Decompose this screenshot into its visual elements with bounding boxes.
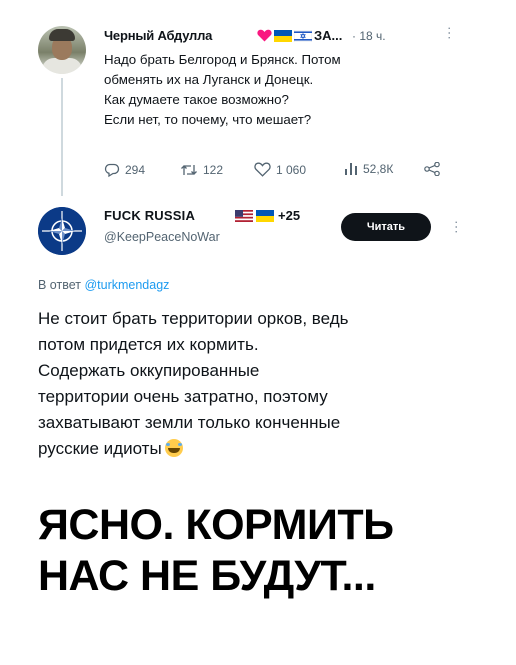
more-icon[interactable]: ⋯: [442, 26, 458, 40]
tweet-text-line: Если нет, то почему, что мешает?: [104, 112, 312, 127]
tweet-text-line: Не стоит брать территории орков, ведь: [38, 309, 349, 328]
laughing-emoji-icon: [164, 439, 183, 457]
avatar[interactable]: [38, 26, 86, 74]
reply-prefix: В ответ: [38, 278, 81, 292]
thread-line: [61, 78, 63, 196]
action-bar: 294 122 1 060 52,8К: [104, 162, 444, 180]
views-button[interactable]: 52,8К: [344, 162, 393, 176]
tweet-text: Надо брать Белгород и Брянск. Потом обме…: [104, 50, 434, 130]
timestamp[interactable]: · 18 ч.: [352, 29, 386, 43]
like-button[interactable]: 1 060: [254, 162, 306, 177]
avatar-body: [42, 58, 82, 74]
repost-count: 122: [203, 163, 224, 177]
reply-button[interactable]: 294: [104, 162, 145, 178]
flag-ukraine-icon: [274, 30, 292, 42]
reply-count: 294: [125, 163, 146, 177]
repost-button[interactable]: 122: [180, 162, 223, 178]
reply-context: В ответ @turkmendagz: [38, 278, 169, 292]
tweet-text-line: Надо брать Белгород и Брянск. Потом: [104, 52, 341, 67]
flag-israel-icon: [294, 30, 312, 42]
nato-logo-icon[interactable]: [38, 207, 86, 255]
flag-usa-icon: [235, 210, 253, 222]
caption-line: ЯСНО. КОРМИТЬ: [38, 501, 394, 549]
caption-line: НАС НЕ БУДУТ...: [38, 552, 376, 600]
tweet-text-line: потом придется их кормить.: [38, 335, 259, 354]
tweet-text-line: захватывают земли только конченные: [38, 413, 341, 432]
avatar-hat: [49, 29, 75, 41]
author-name-suffix: +25: [278, 208, 301, 223]
tweet-text: Не стоит брать территории орков, ведь по…: [38, 306, 478, 462]
heart-emoji-icon: [257, 29, 272, 42]
tweet-text-line: Содержать оккупированные: [38, 361, 260, 380]
share-icon: [424, 162, 440, 176]
repost-icon: [181, 165, 197, 175]
flag-ukraine-icon: [256, 210, 274, 222]
meme-caption: ЯСНО. КОРМИТЬ НАС НЕ БУДУТ...: [38, 500, 498, 602]
views-icon: [345, 163, 357, 175]
more-icon[interactable]: ⋯: [449, 220, 465, 234]
reply-mention-link[interactable]: @turkmendagz: [84, 278, 169, 292]
author-name-suffix: ЗА...: [314, 28, 343, 43]
reply-icon: [104, 163, 120, 178]
tweet-text-line: русские идиоты: [38, 439, 162, 458]
views-count: 52,8К: [363, 162, 394, 176]
author-name[interactable]: FUCK RUSSIA: [104, 208, 195, 223]
tweet-text-line: Как думаете такое возможно?: [104, 92, 289, 107]
tweet-text-line: обменять их на Луганск и Донецк.: [104, 72, 314, 87]
like-icon: [254, 162, 271, 177]
author-handle[interactable]: @KeepPeaceNoWar: [104, 230, 220, 244]
tweet-text-line: территории очень затратно, поэтому: [38, 387, 328, 406]
like-count: 1 060: [276, 162, 307, 177]
tweet-text-line-last: русские идиоты: [38, 436, 478, 462]
read-button[interactable]: Читать: [341, 213, 431, 241]
share-button[interactable]: [424, 162, 440, 176]
author-name[interactable]: Черный Абдулла: [104, 28, 212, 43]
